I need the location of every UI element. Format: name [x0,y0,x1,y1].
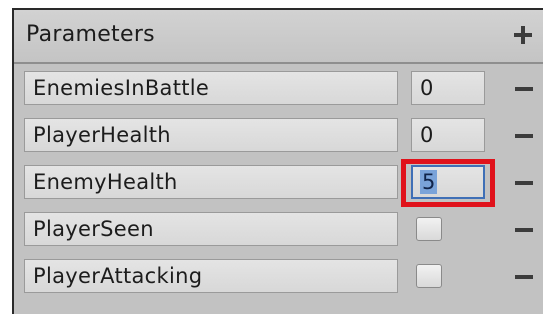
minus-icon [515,87,533,91]
highlight-box [401,159,495,207]
remove-parameter-button[interactable] [511,167,539,199]
parameter-row: EnemiesInBattle 0 [14,66,543,112]
minus-icon [515,228,533,232]
parameter-name-field[interactable]: EnemiesInBattle [24,71,398,105]
minus-icon [515,181,533,185]
remove-parameter-button[interactable] [511,120,539,152]
minus-icon [515,275,533,279]
parameter-name-field[interactable]: PlayerHealth [24,118,398,152]
parameters-panel: Parameters EnemiesInBattle 0 PlayerHealt… [12,8,543,314]
parameter-name-field[interactable]: PlayerSeen [24,212,398,246]
remove-parameter-button[interactable] [511,261,539,293]
add-parameter-button[interactable] [509,18,539,52]
parameter-row: EnemyHealth 5 [14,159,543,207]
parameter-int-value-field[interactable]: 0 [411,71,485,105]
parameter-row: PlayerAttacking [14,254,543,300]
parameters-header: Parameters [14,10,543,64]
parameter-row: PlayerHealth 0 [14,113,543,159]
parameter-name-field[interactable]: EnemyHealth [24,165,398,199]
parameter-int-value-field[interactable]: 0 [411,118,485,152]
parameter-row: PlayerSeen [14,207,543,253]
minus-icon [515,134,533,138]
panel-title: Parameters [26,22,155,47]
parameter-name-field[interactable]: PlayerAttacking [24,259,398,293]
remove-parameter-button[interactable] [511,214,539,246]
remove-parameter-button[interactable] [511,73,539,105]
parameter-bool-checkbox[interactable] [416,264,442,288]
parameter-bool-checkbox[interactable] [416,217,442,241]
